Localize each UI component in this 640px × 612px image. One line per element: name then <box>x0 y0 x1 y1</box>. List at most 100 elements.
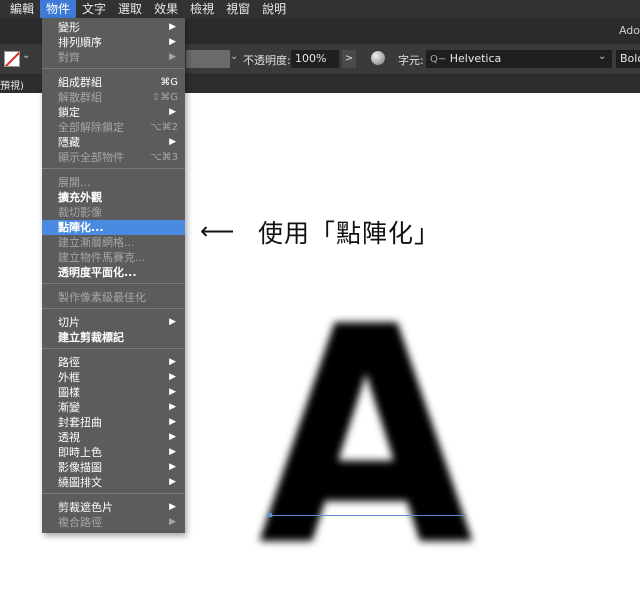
rasterized-letter-artwork[interactable]: A <box>258 288 474 588</box>
opacity-arrow-button[interactable]: > <box>342 50 356 68</box>
menu-item-21[interactable]: 圖樣 ▶ <box>42 385 185 400</box>
menu-window[interactable]: 視窗 <box>220 0 256 18</box>
menu-item-8[interactable]: 顯示全部物件 ⌥⌘3 <box>42 150 185 165</box>
menu-item-18[interactable]: 建立剪裁標記 <box>42 330 185 345</box>
menu-item-label: 建立物件馬賽克... <box>58 251 146 264</box>
menu-item-label: 製作像素級最佳化 <box>58 291 146 304</box>
menu-item-label: 全部解除鎖定 <box>58 121 124 134</box>
menu-item-9[interactable]: 展開... <box>42 175 185 190</box>
submenu-arrow-icon: ▶ <box>169 477 176 487</box>
menu-separator <box>42 168 185 169</box>
menu-item-label: 漸變 <box>58 401 80 414</box>
menu-item-label: 複合路徑 <box>58 516 102 529</box>
submenu-arrow-icon: ▶ <box>169 107 176 117</box>
chevron-down-icon[interactable]: ⌄ <box>598 51 606 62</box>
menu-item-29[interactable]: 複合路徑 ▶ <box>42 515 185 530</box>
menu-item-7[interactable]: 隱藏 ▶ <box>42 135 185 150</box>
menu-item-label: 隱藏 <box>58 136 80 149</box>
submenu-arrow-icon: ▶ <box>169 447 176 457</box>
menu-item-shortcut: ⌘G <box>160 77 178 88</box>
menu-item-label: 透視 <box>58 431 80 444</box>
menu-item-label: 繞圖排文 <box>58 476 102 489</box>
menu-item-25[interactable]: 即時上色 ▶ <box>42 445 185 460</box>
chevron-down-icon[interactable]: ⌄ <box>230 51 238 62</box>
menu-item-23[interactable]: 封套扭曲 ▶ <box>42 415 185 430</box>
menu-view[interactable]: 檢視 <box>184 0 220 18</box>
chevron-down-icon[interactable]: ⌄ <box>22 50 30 61</box>
submenu-arrow-icon: ▶ <box>169 517 176 527</box>
anchor-point[interactable] <box>268 513 272 517</box>
search-icon[interactable]: Q~ <box>430 54 446 65</box>
menu-separator <box>42 493 185 494</box>
menu-item-17[interactable]: 切片 ▶ <box>42 315 185 330</box>
graphic-style-well[interactable] <box>186 50 230 68</box>
menu-help[interactable]: 說明 <box>256 0 292 18</box>
menu-item-5[interactable]: 鎖定 ▶ <box>42 105 185 120</box>
menu-item-12[interactable]: 點陣化... <box>42 220 185 235</box>
menu-item-shortcut: ⌥⌘2 <box>150 122 178 133</box>
menu-item-11[interactable]: 裁切影像 <box>42 205 185 220</box>
menu-item-label: 對齊 <box>58 51 80 64</box>
menu-item-14[interactable]: 建立物件馬賽克... <box>42 250 185 265</box>
menu-item-label: 剪裁遮色片 <box>58 501 113 514</box>
menu-item-4[interactable]: 解散群組 ⇧⌘G <box>42 90 185 105</box>
opacity-label: 不透明度: <box>243 54 291 67</box>
opacity-input[interactable]: 100% <box>291 50 339 68</box>
menu-item-24[interactable]: 透視 ▶ <box>42 430 185 445</box>
menu-select[interactable]: 選取 <box>112 0 148 18</box>
menu-bar: 編輯 物件 文字 選取 效果 檢視 視窗 說明 <box>0 0 640 18</box>
menu-item-16[interactable]: 製作像素級最佳化 <box>42 290 185 305</box>
menu-item-label: 顯示全部物件 <box>58 151 124 164</box>
submenu-arrow-icon: ▶ <box>169 462 176 472</box>
menu-object[interactable]: 物件 <box>40 0 77 18</box>
menu-item-label: 建立漸層網格... <box>58 236 135 249</box>
menu-item-1[interactable]: 排列順序 ▶ <box>42 35 185 50</box>
menu-item-2[interactable]: 對齊 ▶ <box>42 50 185 65</box>
menu-item-6[interactable]: 全部解除鎖定 ⌥⌘2 <box>42 120 185 135</box>
app-title: Ado <box>618 24 640 37</box>
recolor-artwork-icon[interactable] <box>371 51 385 65</box>
character-label: 字元: <box>398 54 424 67</box>
menu-item-label: 圖樣 <box>58 386 80 399</box>
menu-item-label: 擴充外觀 <box>58 191 102 204</box>
menu-item-label: 路徑 <box>58 356 80 369</box>
menu-edit[interactable]: 編輯 <box>0 0 40 18</box>
menu-item-22[interactable]: 漸變 ▶ <box>42 400 185 415</box>
font-style-field[interactable]: Bolo <box>616 50 640 68</box>
menu-item-shortcut: ⌥⌘3 <box>150 152 178 163</box>
menu-item-label: 影像描圖 <box>58 461 102 474</box>
menu-effect[interactable]: 效果 <box>148 0 184 18</box>
menu-item-label: 建立剪裁標記 <box>58 331 124 344</box>
menu-item-label: 點陣化... <box>58 221 104 234</box>
menu-item-19[interactable]: 路徑 ▶ <box>42 355 185 370</box>
object-menu-dropdown: 變形 ▶ 排列順序 ▶ 對齊 ▶ 組成群組 ⌘G 解散群組 ⇧⌘G 鎖定 ▶ 全部解除鎖定 ⌥⌘2 隱藏 ▶ 顯… <box>42 18 185 533</box>
menu-item-10[interactable]: 擴充外觀 <box>42 190 185 205</box>
menu-type[interactable]: 文字 <box>76 0 112 18</box>
menu-item-15[interactable]: 透明度平面化... <box>42 265 185 280</box>
font-family-value: Helvetica <box>449 52 502 65</box>
stroke-none-swatch-icon[interactable] <box>4 51 20 67</box>
menu-item-label: 外框 <box>58 371 80 384</box>
menu-item-3[interactable]: 組成群組 ⌘G <box>42 75 185 90</box>
callout-text: 使用「點陣化」 <box>258 219 441 248</box>
menu-item-label: 切片 <box>58 316 80 329</box>
submenu-arrow-icon: ▶ <box>169 417 176 427</box>
menu-item-26[interactable]: 影像描圖 ▶ <box>42 460 185 475</box>
menu-item-label: 展開... <box>58 176 91 189</box>
submenu-arrow-icon: ▶ <box>169 357 176 367</box>
menu-item-label: 封套扭曲 <box>58 416 102 429</box>
menu-item-27[interactable]: 繞圖排文 ▶ <box>42 475 185 490</box>
submenu-arrow-icon: ▶ <box>169 387 176 397</box>
menu-item-label: 即時上色 <box>58 446 102 459</box>
menu-item-0[interactable]: 變形 ▶ <box>42 20 185 35</box>
menu-item-20[interactable]: 外框 ▶ <box>42 370 185 385</box>
submenu-arrow-icon: ▶ <box>169 22 176 32</box>
menu-item-shortcut: ⇧⌘G <box>151 92 178 103</box>
menu-item-28[interactable]: 剪裁遮色片 ▶ <box>42 500 185 515</box>
menu-item-13[interactable]: 建立漸層網格... <box>42 235 185 250</box>
menu-separator <box>42 68 185 69</box>
document-tab[interactable]: 預視) <box>0 77 24 92</box>
left-arrow-icon: ⟵ <box>200 217 235 245</box>
menu-separator <box>42 308 185 309</box>
font-family-field[interactable]: Q~ Helvetica <box>426 50 612 68</box>
